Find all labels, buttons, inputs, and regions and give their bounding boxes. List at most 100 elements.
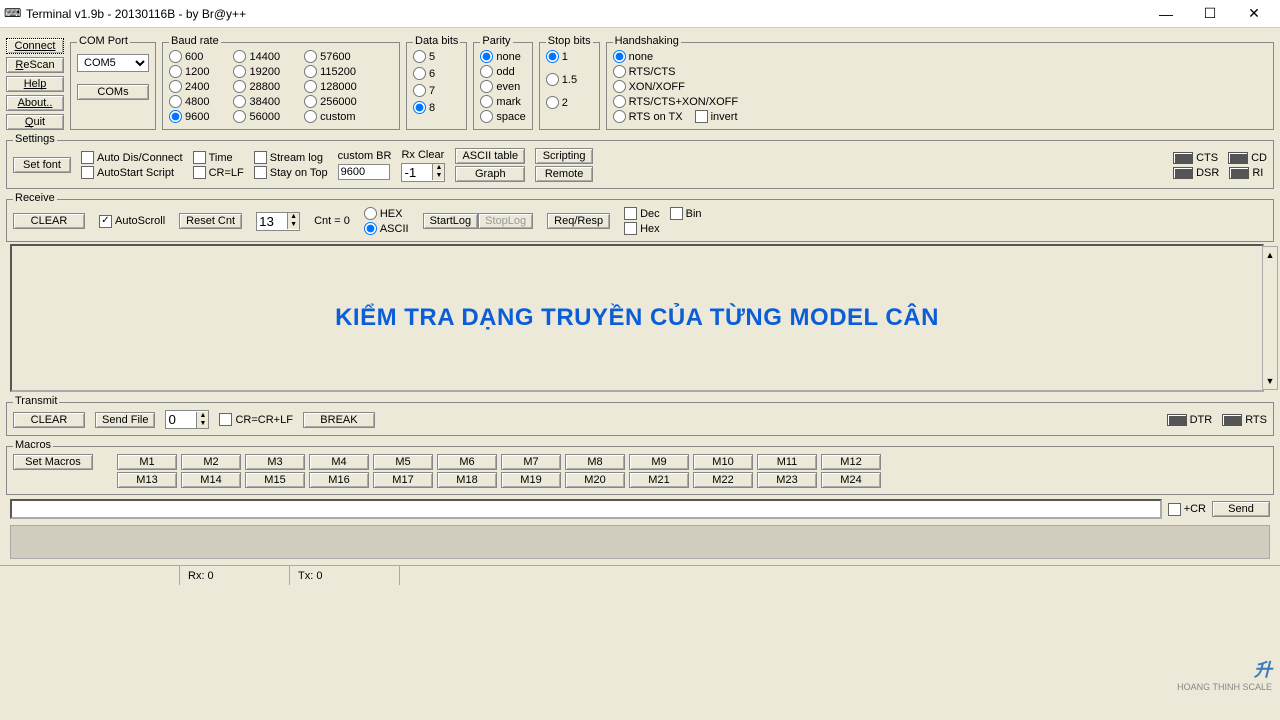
sendfile-button[interactable]: Send File (95, 412, 155, 428)
check-stayontop[interactable]: Stay on Top (254, 166, 328, 179)
help-button[interactable]: Help (6, 76, 64, 92)
radio-baud-custom[interactable]: custom (304, 110, 357, 123)
resetcnt-button[interactable]: Reset Cnt (179, 213, 242, 229)
macro-M3[interactable]: M3 (245, 454, 305, 470)
radio-baud-2400[interactable]: 2400 (169, 80, 209, 93)
check-time[interactable]: Time (193, 151, 244, 164)
radio-hex[interactable]: HEX (364, 207, 409, 220)
radio-baud-4800[interactable]: 4800 (169, 95, 209, 108)
send-input[interactable] (10, 499, 1162, 519)
macro-M14[interactable]: M14 (181, 472, 241, 488)
reqresp-button[interactable]: Req/Resp (547, 213, 610, 229)
macro-M15[interactable]: M15 (245, 472, 305, 488)
cnt-spinner[interactable]: ▲▼ (256, 212, 300, 231)
rescan-button[interactable]: ReScan (6, 57, 64, 73)
radio-baud-9600[interactable]: 9600 (169, 110, 209, 123)
radio-baud-1200[interactable]: 1200 (169, 65, 209, 78)
radio-databits-7[interactable]: 7 (413, 84, 460, 97)
macro-M12[interactable]: M12 (821, 454, 881, 470)
graph-button[interactable]: Graph (455, 166, 525, 182)
led-dtr[interactable]: DTR (1167, 414, 1213, 426)
transmit-clear-button[interactable]: CLEAR (13, 412, 85, 428)
radio-baud-57600[interactable]: 57600 (304, 50, 357, 63)
check-plus-cr[interactable]: +CR (1168, 503, 1206, 516)
radio-handshaking-2[interactable]: XON/XOFF (613, 80, 685, 93)
radio-parity-odd[interactable]: odd (480, 65, 525, 78)
radio-baud-600[interactable]: 600 (169, 50, 209, 63)
check-autoscroll[interactable]: ✓AutoScroll (99, 215, 165, 228)
setfont-button[interactable]: Set font (13, 157, 71, 173)
check-autodisconnect[interactable]: Auto Dis/Connect (81, 151, 183, 164)
macro-M19[interactable]: M19 (501, 472, 561, 488)
send-button[interactable]: Send (1212, 501, 1270, 517)
led-rts[interactable]: RTS (1222, 414, 1267, 426)
radio-stopbits-2[interactable]: 2 (546, 96, 593, 109)
macro-M1[interactable]: M1 (117, 454, 177, 470)
radio-baud-14400[interactable]: 14400 (233, 50, 280, 63)
coms-button[interactable]: COMs (77, 84, 149, 100)
radio-baud-19200[interactable]: 19200 (233, 65, 280, 78)
check-bin[interactable]: Bin (670, 207, 702, 220)
comport-select[interactable]: COM5 (77, 54, 149, 72)
transmit-textarea[interactable] (10, 525, 1270, 559)
about-button[interactable]: About.. (6, 95, 64, 111)
radio-parity-none[interactable]: none (480, 50, 525, 63)
macro-M2[interactable]: M2 (181, 454, 241, 470)
radio-ascii[interactable]: ASCII (364, 222, 409, 235)
quit-button[interactable]: Quit (6, 114, 64, 130)
check-crcrlf[interactable]: CR=CR+LF (219, 413, 292, 426)
macro-M5[interactable]: M5 (373, 454, 433, 470)
break-button[interactable]: BREAK (303, 412, 375, 428)
radio-baud-28800[interactable]: 28800 (233, 80, 280, 93)
check-crlf[interactable]: CR=LF (193, 166, 244, 179)
check-autostart[interactable]: AutoStart Script (81, 166, 183, 179)
check-streamlog[interactable]: Stream log (254, 151, 328, 164)
radio-handshaking-3[interactable]: RTS/CTS+XON/XOFF (613, 95, 739, 108)
radio-baud-128000[interactable]: 128000 (304, 80, 357, 93)
macro-M9[interactable]: M9 (629, 454, 689, 470)
receive-textarea[interactable]: KIỂM TRA DẠNG TRUYỀN CỦA TỪNG MODEL CÂN … (10, 244, 1264, 392)
macro-M13[interactable]: M13 (117, 472, 177, 488)
radio-stopbits-1[interactable]: 1 (546, 50, 593, 63)
radio-baud-115200[interactable]: 115200 (304, 65, 357, 78)
macro-M20[interactable]: M20 (565, 472, 625, 488)
connect-button[interactable]: Connect (6, 38, 64, 54)
macro-M18[interactable]: M18 (437, 472, 497, 488)
radio-baud-56000[interactable]: 56000 (233, 110, 280, 123)
startlog-button[interactable]: StartLog (423, 213, 479, 229)
remote-button[interactable]: Remote (535, 166, 593, 182)
radio-handshaking-1[interactable]: RTS/CTS (613, 65, 676, 78)
macro-M24[interactable]: M24 (821, 472, 881, 488)
check-hex2[interactable]: Hex (624, 222, 701, 235)
stoplog-button[interactable]: StopLog (478, 213, 533, 229)
macro-M16[interactable]: M16 (309, 472, 369, 488)
custombr-input[interactable] (338, 164, 390, 180)
radio-handshaking-4[interactable]: RTS on TX (613, 110, 683, 123)
radio-databits-6[interactable]: 6 (413, 67, 460, 80)
receive-scrollbar[interactable]: ▲▼ (1262, 246, 1278, 390)
radio-handshaking-0[interactable]: none (613, 50, 653, 63)
radio-baud-38400[interactable]: 38400 (233, 95, 280, 108)
macro-M6[interactable]: M6 (437, 454, 497, 470)
macro-M4[interactable]: M4 (309, 454, 369, 470)
radio-parity-mark[interactable]: mark (480, 95, 525, 108)
radio-databits-8[interactable]: 8 (413, 101, 460, 114)
receive-clear-button[interactable]: CLEAR (13, 213, 85, 229)
check-dec[interactable]: Dec (624, 207, 660, 220)
minimize-button[interactable]: — (1144, 1, 1188, 27)
macro-M23[interactable]: M23 (757, 472, 817, 488)
macro-M11[interactable]: M11 (757, 454, 817, 470)
check-invert[interactable]: invert (695, 110, 738, 123)
close-button[interactable]: ✕ (1232, 1, 1276, 27)
macro-M7[interactable]: M7 (501, 454, 561, 470)
scripting-button[interactable]: Scripting (535, 148, 593, 164)
macro-M17[interactable]: M17 (373, 472, 433, 488)
rxclear-spinner[interactable]: ▲▼ (401, 163, 445, 182)
macro-M8[interactable]: M8 (565, 454, 625, 470)
setmacros-button[interactable]: Set Macros (13, 454, 93, 470)
transmit-spinner[interactable]: ▲▼ (165, 410, 209, 429)
macro-M22[interactable]: M22 (693, 472, 753, 488)
macro-M10[interactable]: M10 (693, 454, 753, 470)
radio-baud-256000[interactable]: 256000 (304, 95, 357, 108)
maximize-button[interactable]: ☐ (1188, 1, 1232, 27)
